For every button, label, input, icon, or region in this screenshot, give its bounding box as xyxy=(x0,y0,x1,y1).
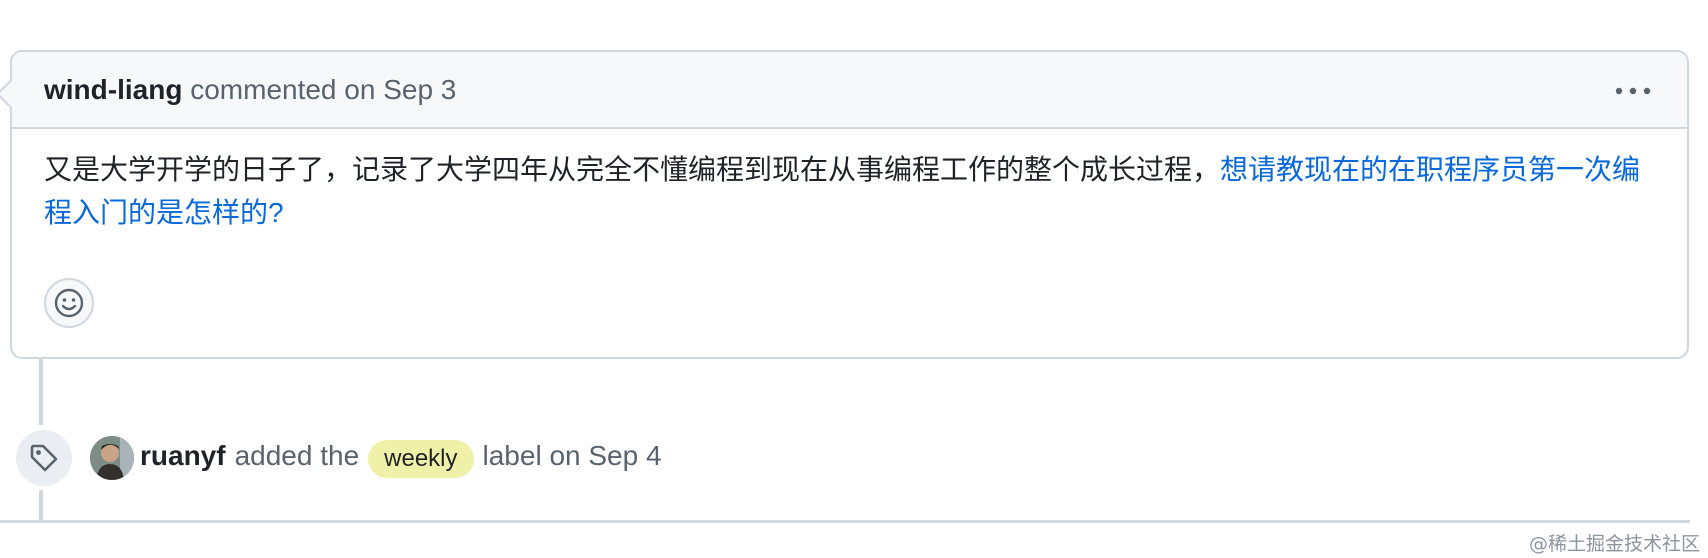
timeline-connector-top xyxy=(39,359,43,425)
timeline-divider xyxy=(0,520,1690,523)
tag-icon xyxy=(30,444,58,472)
event-badge xyxy=(16,430,72,486)
comment-body: 又是大学开学的日子了，记录了大学四年从完全不懂编程到现在从事编程工作的整个成长过… xyxy=(44,148,1654,234)
comment-author-link[interactable]: wind-liang xyxy=(44,74,182,105)
watermark: @稀土掘金技术社区 xyxy=(1528,533,1700,555)
add-reaction-button[interactable] xyxy=(44,278,94,328)
kebab-horizontal-icon xyxy=(1615,87,1651,95)
comment-options-button[interactable] xyxy=(1611,76,1655,106)
event-text-before: added the xyxy=(234,440,360,471)
event-text-after[interactable]: label on Sep 4 xyxy=(483,436,662,476)
comment-caret-fill xyxy=(0,80,13,108)
comment-body-text: 又是大学开学的日子了，记录了大学四年从完全不懂编程到现在从事编程工作的整个成长过… xyxy=(44,154,1221,185)
label-event-text: ruanyf added the weekly label on Sep 4 xyxy=(140,436,662,478)
comment-timestamp[interactable]: commented on Sep 3 xyxy=(190,74,456,105)
label-weekly[interactable]: weekly xyxy=(368,440,474,478)
comment-card: wind-liang commented on Sep 3 又是大学开学的日子了… xyxy=(0,50,1689,359)
smiley-icon xyxy=(54,288,84,318)
event-actor-link[interactable]: ruanyf xyxy=(140,436,226,476)
comment-header: wind-liang commented on Sep 3 xyxy=(0,52,1687,129)
comment-header-text: wind-liang commented on Sep 3 xyxy=(44,73,456,107)
avatar[interactable] xyxy=(90,436,134,480)
timeline-connector-bottom xyxy=(39,490,43,520)
